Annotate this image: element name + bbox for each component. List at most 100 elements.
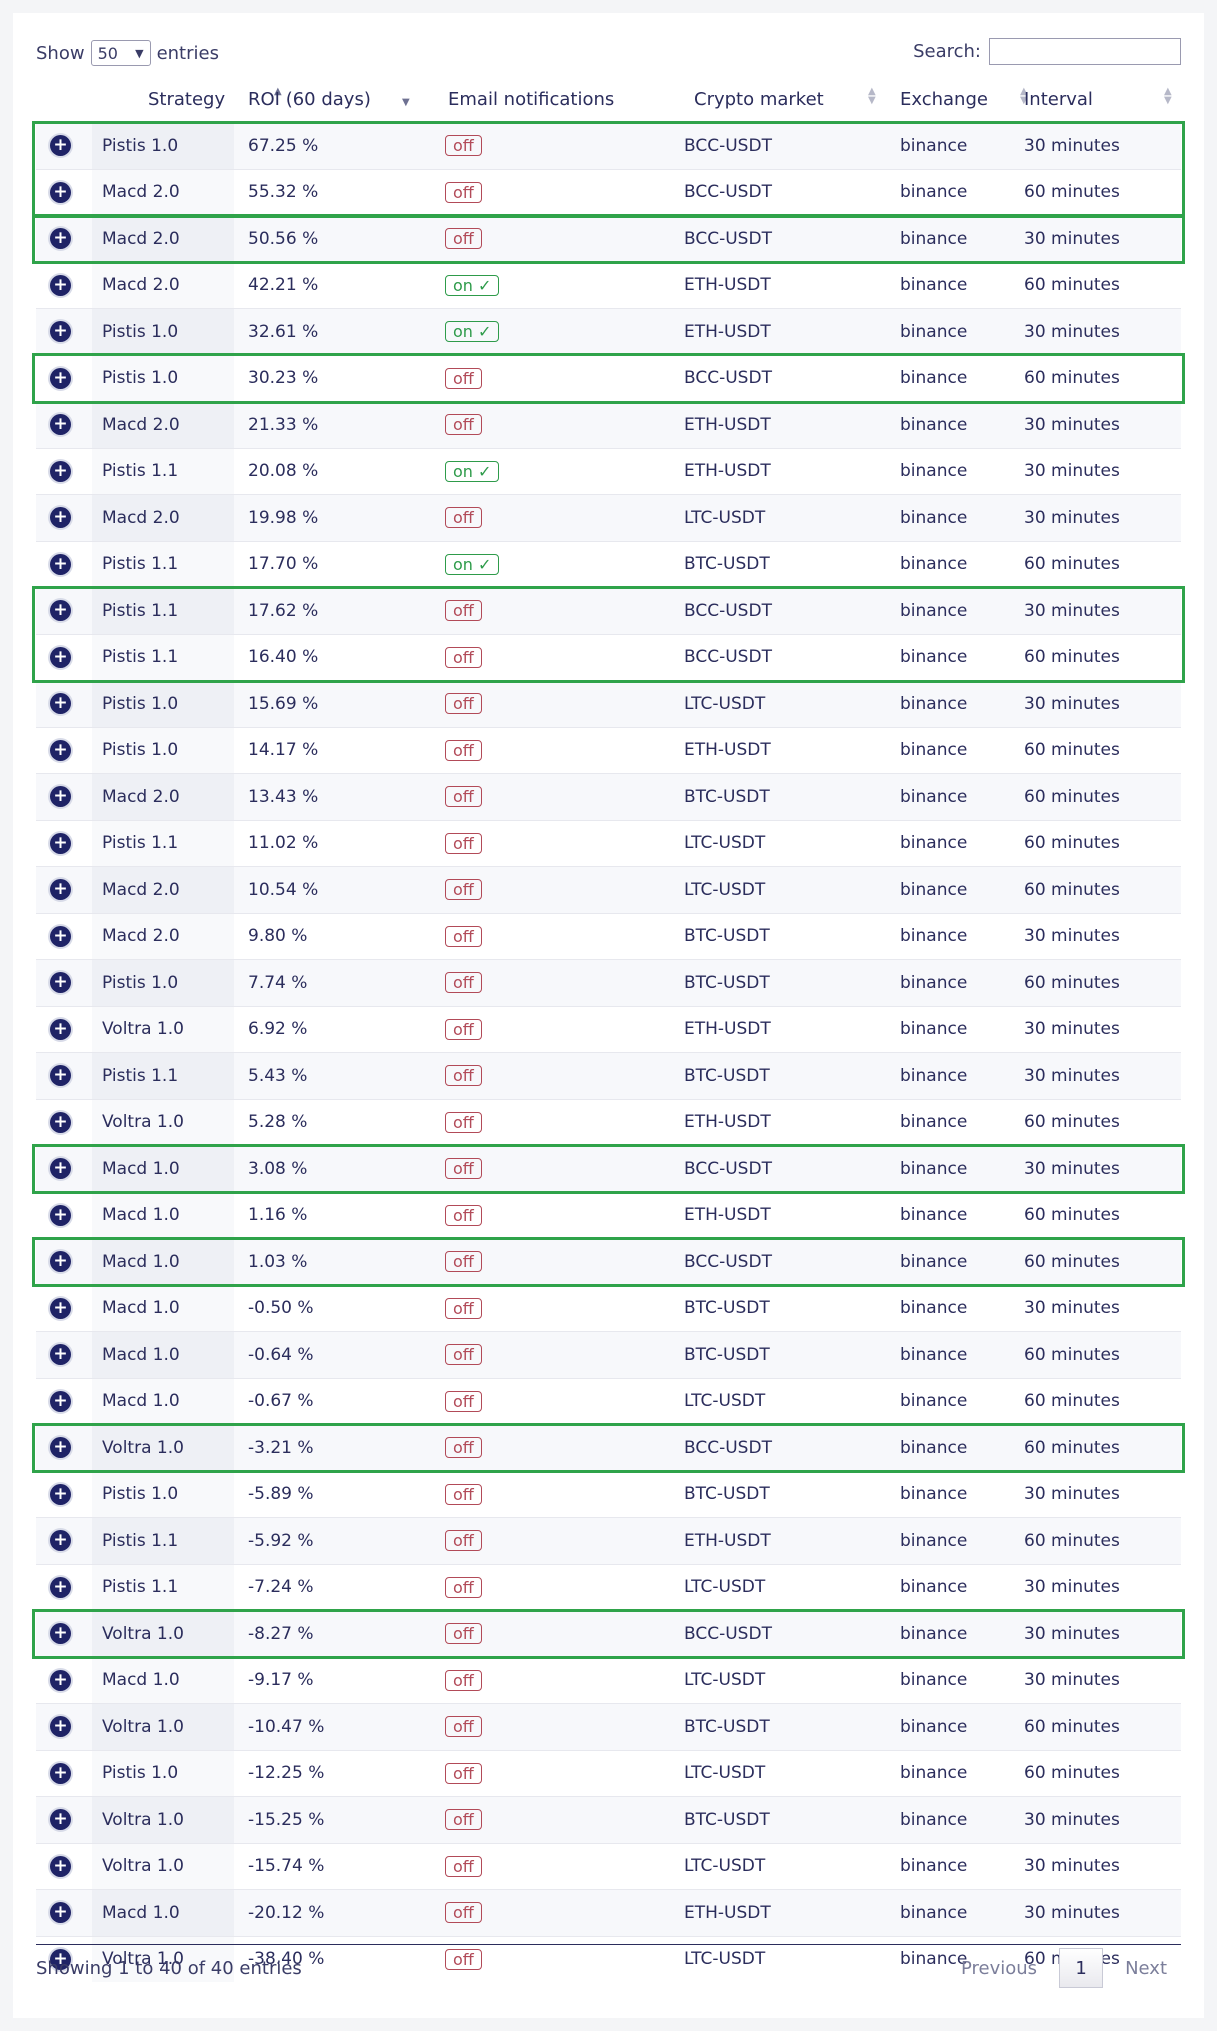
email-notification-toggle[interactable]: off xyxy=(445,1437,482,1459)
search-input[interactable] xyxy=(989,38,1181,65)
table-row: + Macd 1.0 -0.67 % off LTC-USDT binance 60 min… xyxy=(36,1377,1181,1425)
expand-row-icon[interactable]: + xyxy=(50,1344,71,1366)
email-notification-toggle[interactable]: off xyxy=(445,507,482,529)
previous-page-button[interactable]: Previous xyxy=(961,1958,1037,1979)
email-notification-toggle[interactable]: off xyxy=(445,1065,482,1087)
interval-value: 30 minutes xyxy=(1024,1902,1120,1923)
email-notification-toggle[interactable]: off xyxy=(445,1344,482,1366)
email-notification-toggle[interactable]: off xyxy=(445,1530,482,1552)
expand-row-icon[interactable]: + xyxy=(50,1623,71,1645)
expand-row-icon[interactable]: + xyxy=(50,1669,71,1691)
expand-row-icon[interactable]: + xyxy=(50,832,71,854)
expand-row-icon[interactable]: + xyxy=(50,739,71,761)
expand-row-icon[interactable]: + xyxy=(50,507,71,529)
email-notification-toggle[interactable]: off xyxy=(445,1762,482,1784)
email-notification-toggle[interactable]: off xyxy=(445,832,482,854)
email-notification-toggle[interactable]: off xyxy=(445,786,482,808)
email-notification-toggle[interactable]: off xyxy=(445,646,482,668)
email-notification-toggle[interactable]: on ✓ xyxy=(445,460,500,482)
expand-row-icon[interactable]: + xyxy=(50,646,71,668)
expand-row-icon[interactable]: + xyxy=(50,1902,71,1924)
expand-row-icon[interactable]: + xyxy=(50,553,71,575)
expand-row-icon[interactable]: + xyxy=(50,1018,71,1040)
email-notification-toggle[interactable]: off xyxy=(445,879,482,901)
expand-row-icon[interactable]: + xyxy=(50,693,71,715)
strategy-cell: Pistis 1.1 xyxy=(92,587,234,634)
expand-row-icon[interactable]: + xyxy=(50,228,71,250)
expand-row-icon[interactable]: + xyxy=(50,1204,71,1226)
email-notification-toggle[interactable]: off xyxy=(445,181,482,203)
expand-row-icon[interactable]: + xyxy=(50,274,71,296)
expand-row-icon[interactable]: + xyxy=(50,786,71,808)
entries-select[interactable]: 50 ▼ xyxy=(90,40,151,66)
interval-value: 30 minutes xyxy=(1024,1809,1120,1830)
email-notification-toggle[interactable]: off xyxy=(445,693,482,715)
expand-row-icon[interactable]: + xyxy=(50,414,71,436)
email-notification-toggle[interactable]: off xyxy=(445,1809,482,1831)
email-notification-toggle[interactable]: off xyxy=(445,1390,482,1412)
expand-row-icon[interactable]: + xyxy=(50,879,71,901)
expand-row-icon[interactable]: + xyxy=(50,1855,71,1877)
strategy-cell: Macd 2.0 xyxy=(92,773,234,820)
expand-row-icon[interactable]: + xyxy=(50,367,71,389)
email-column-header[interactable]: Email notifications xyxy=(434,80,680,123)
expand-row-icon[interactable]: + xyxy=(50,1576,71,1598)
email-notification-toggle[interactable]: off xyxy=(445,1855,482,1877)
crypto-market: BTC-USDT xyxy=(684,926,770,947)
email-notification-toggle[interactable]: off xyxy=(445,1018,482,1040)
expand-row-icon[interactable]: + xyxy=(50,925,71,947)
next-page-button[interactable]: Next xyxy=(1125,1958,1167,1979)
email-notification-toggle[interactable]: off xyxy=(445,925,482,947)
expand-row-icon[interactable]: + xyxy=(50,972,71,994)
exchange-column-header[interactable]: Exchange ▲ ▼ xyxy=(886,80,1028,123)
roi-cell: 7.74 % xyxy=(234,959,434,1006)
email-notification-toggle[interactable]: off xyxy=(445,367,482,389)
market-column-header[interactable]: Crypto market ▲ ▼ xyxy=(680,80,886,123)
email-notification-toggle[interactable]: on ✓ xyxy=(445,274,500,296)
email-notification-toggle[interactable]: off xyxy=(445,1204,482,1226)
email-notification-toggle[interactable]: off xyxy=(445,972,482,994)
expand-row-icon[interactable]: + xyxy=(50,460,71,482)
email-notification-toggle[interactable]: off xyxy=(445,1158,482,1180)
email-notification-toggle[interactable]: off xyxy=(445,1251,482,1273)
expand-row-icon[interactable]: + xyxy=(50,1390,71,1412)
email-notification-toggle[interactable]: off xyxy=(445,1669,482,1691)
strategy-name: Macd 1.0 xyxy=(102,1902,180,1923)
crypto-market: BTC-USDT xyxy=(684,1344,770,1365)
email-notification-toggle[interactable]: off xyxy=(445,600,482,622)
expand-row-icon[interactable]: + xyxy=(50,1809,71,1831)
email-notification-toggle[interactable]: off xyxy=(445,414,482,436)
email-notification-toggle[interactable]: off xyxy=(445,1716,482,1738)
expand-row-icon[interactable]: + xyxy=(50,1716,71,1738)
email-notification-toggle[interactable]: off xyxy=(445,1483,482,1505)
expand-row-icon[interactable]: + xyxy=(50,1065,71,1087)
expand-row-icon[interactable]: + xyxy=(50,1158,71,1180)
expand-row-icon[interactable]: + xyxy=(50,1437,71,1459)
expand-row-icon[interactable]: + xyxy=(50,1762,71,1784)
expand-column-header xyxy=(36,80,92,123)
expand-row-icon[interactable]: + xyxy=(50,1297,71,1319)
expand-row-icon[interactable]: + xyxy=(50,1483,71,1505)
roi-column-header[interactable]: ROI (60 days) ▼ xyxy=(234,80,434,123)
email-notification-toggle[interactable]: off xyxy=(445,1623,482,1645)
expand-row-icon[interactable]: + xyxy=(50,1251,71,1273)
expand-row-icon[interactable]: + xyxy=(50,135,71,157)
email-notification-toggle[interactable]: off xyxy=(445,1948,482,1970)
email-notification-toggle[interactable]: off xyxy=(445,1576,482,1598)
page-1-button[interactable]: 1 xyxy=(1059,1948,1104,1988)
email-notification-toggle[interactable]: on ✓ xyxy=(445,553,500,575)
expand-row-icon[interactable]: + xyxy=(50,1530,71,1552)
expand-row-icon[interactable]: + xyxy=(50,600,71,622)
email-notification-toggle[interactable]: off xyxy=(445,228,482,250)
email-notification-toggle[interactable]: off xyxy=(445,1902,482,1924)
email-notification-toggle[interactable]: off xyxy=(445,1297,482,1319)
interval-column-header[interactable]: Interval ▲ ▼ xyxy=(1010,80,1181,123)
email-notification-toggle[interactable]: off xyxy=(445,1111,482,1133)
email-notification-toggle[interactable]: off xyxy=(445,739,482,761)
strategy-column-header[interactable]: Strategy ▲ xyxy=(92,80,282,123)
expand-row-icon[interactable]: + xyxy=(50,321,71,343)
expand-row-icon[interactable]: + xyxy=(50,1111,71,1133)
email-notification-toggle[interactable]: on ✓ xyxy=(445,321,500,343)
expand-row-icon[interactable]: + xyxy=(50,181,71,203)
email-notification-toggle[interactable]: off xyxy=(445,135,482,157)
